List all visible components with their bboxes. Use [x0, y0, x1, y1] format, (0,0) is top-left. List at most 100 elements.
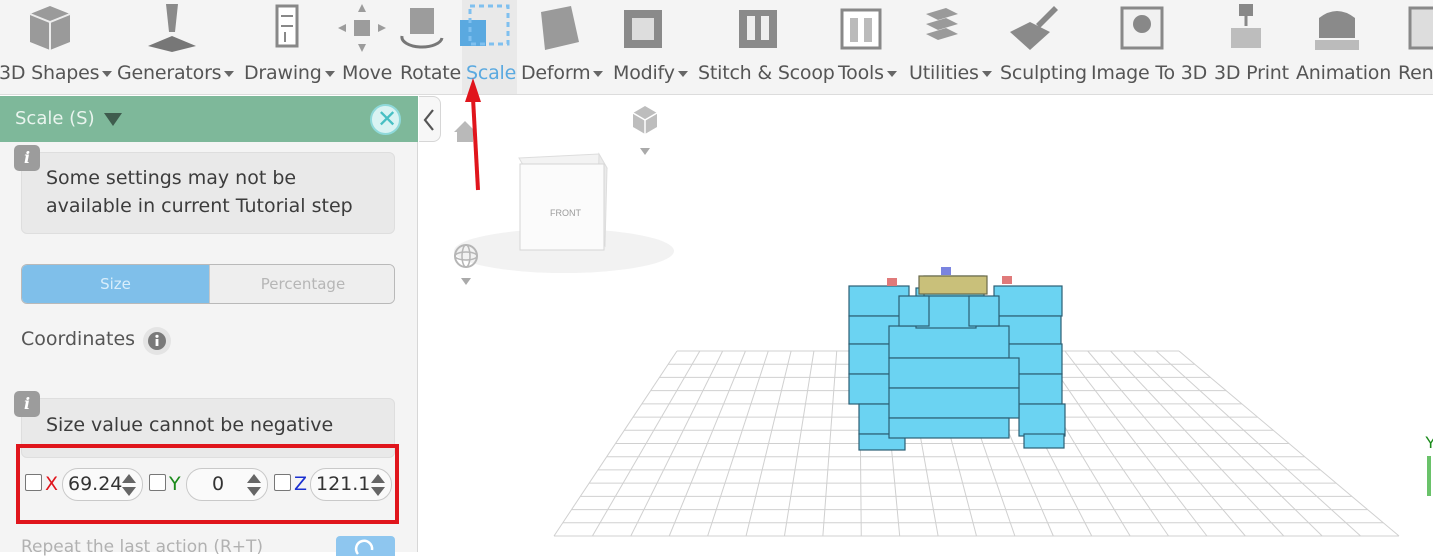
- scale-panel: Scale (S) ✕ i Some settings may not be a…: [0, 96, 418, 557]
- toolbar-label: Animation: [1296, 62, 1392, 84]
- x-lock-checkbox[interactable]: [25, 474, 42, 491]
- close-panel-button[interactable]: ✕: [370, 104, 401, 135]
- panel-menu-triangle-icon[interactable]: [104, 113, 122, 126]
- toolbar-animation-button[interactable]: Animation: [1292, 0, 1394, 94]
- 3d-viewport[interactable]: FRONT Y: [419, 96, 1433, 552]
- panel-title: Scale (S): [15, 108, 95, 129]
- toolbar-tools-button[interactable]: Tools: [834, 0, 905, 94]
- view-cube-face-label: FRONT: [550, 208, 581, 218]
- repeat-last-action-label: Repeat the last action (R+T): [21, 537, 264, 557]
- tank-block: [888, 357, 1020, 389]
- x-size-value: 69.24: [68, 473, 123, 495]
- view-cube[interactable]: FRONT: [454, 152, 674, 273]
- panel-header: Scale (S) ✕: [0, 96, 418, 142]
- dropdown-caret-icon: [324, 70, 335, 77]
- z-axis-label: Z: [294, 473, 308, 495]
- toolbar-render-button[interactable]: Render: [1394, 0, 1433, 94]
- stepper-up-icon[interactable]: [247, 474, 261, 483]
- scale-handle: [887, 278, 897, 286]
- dropdown-caret-icon: [677, 70, 688, 77]
- toolbar-sculpting-button[interactable]: Sculpting: [996, 0, 1087, 94]
- tutorial-notice: i Some settings may not be available in …: [14, 145, 395, 234]
- tank-block: [993, 285, 1063, 317]
- tank-block: [898, 295, 930, 327]
- toolbar-image-to-3d-button[interactable]: Image To 3D: [1087, 0, 1210, 94]
- notice-line-1: Some settings may not be: [46, 167, 297, 189]
- utilities-icon: [926, 8, 958, 40]
- toolbar-deform-button[interactable]: Deform: [517, 0, 609, 94]
- size-tab[interactable]: Size: [22, 265, 209, 303]
- size-fields-highlight: X 69.24 Y 0 Z 121.1: [16, 444, 399, 524]
- y-lock-checkbox[interactable]: [149, 474, 166, 491]
- toolbar-label: 3D Print: [1214, 62, 1289, 84]
- close-icon: ✕: [377, 105, 398, 133]
- tank-block: [968, 295, 1000, 327]
- toolbar-label: Rotate: [400, 62, 462, 84]
- toolbar-rotate-button[interactable]: Rotate: [396, 0, 462, 94]
- toolbar-stitch-scoop-button[interactable]: Stitch & Scoop: [694, 0, 835, 94]
- toolbar-label: Drawing: [244, 62, 335, 84]
- y-size-input[interactable]: 0: [186, 468, 268, 501]
- coordinates-info-button[interactable]: [143, 327, 171, 355]
- dropdown-caret-icon: [886, 70, 897, 77]
- toolbar-label: Generators: [117, 62, 235, 84]
- z-size-value: 121.1: [316, 473, 371, 495]
- move-icon: [338, 4, 386, 52]
- main-toolbar: 3D Shapes Generators Drawing Move Rotate Scal…: [0, 0, 1433, 95]
- tank-block: [1018, 403, 1066, 437]
- stepper-down-icon[interactable]: [371, 487, 385, 496]
- stepper-up-icon[interactable]: [371, 474, 385, 483]
- z-lock-checkbox[interactable]: [274, 474, 291, 491]
- tank-model[interactable]: [848, 267, 1066, 451]
- toolbar-3d-shapes-button[interactable]: 3D Shapes: [0, 0, 113, 94]
- toolbar-label: Stitch & Scoop: [698, 62, 835, 84]
- scale-handle: [1002, 276, 1012, 284]
- toolbar-label: Modify: [613, 62, 688, 84]
- info-icon: i: [14, 391, 40, 417]
- toolbar-drawing-button[interactable]: Drawing: [240, 0, 338, 94]
- dropdown-caret-icon: [593, 70, 604, 77]
- image-to-3d-icon: [1120, 6, 1164, 50]
- dropdown-caret-icon: [224, 70, 235, 77]
- home-view-icon[interactable]: [454, 121, 476, 142]
- axis-y-label: Y: [1425, 433, 1433, 452]
- perspective-toggle-icon[interactable]: [632, 106, 658, 155]
- percentage-tab[interactable]: Percentage: [209, 265, 394, 303]
- repeat-action-button[interactable]: [336, 536, 395, 556]
- toolbar-label: Sculpting: [1000, 62, 1087, 84]
- stepper-down-icon[interactable]: [247, 487, 261, 496]
- toolbar-3d-print-button[interactable]: 3D Print: [1210, 0, 1292, 94]
- tank-turret-top: [918, 275, 988, 295]
- toolbar-generators-button[interactable]: Generators: [113, 0, 240, 94]
- info-icon: [148, 332, 166, 350]
- render-icon: [1408, 6, 1433, 50]
- toolbar-label: Tools: [838, 62, 897, 84]
- y-axis-label: Y: [169, 473, 181, 495]
- dropdown-caret-icon: [981, 70, 992, 77]
- toolbar-label: Utilities: [909, 62, 992, 84]
- toolbar-utilities-button[interactable]: Utilities: [905, 0, 996, 94]
- toolbar-label: Move: [342, 62, 393, 84]
- rotate-icon: [400, 8, 444, 49]
- size-mode-toggle: Size Percentage: [21, 264, 395, 304]
- scale-handle: [941, 267, 951, 275]
- warning-text: Size value cannot be negative: [46, 414, 334, 436]
- deform-icon: [541, 6, 579, 50]
- info-icon: i: [14, 145, 40, 171]
- stepper-down-icon[interactable]: [122, 487, 136, 496]
- toolbar-scale-button[interactable]: Scale: [460, 0, 517, 94]
- toolbar-label: Render: [1398, 62, 1433, 84]
- toolbar-label: Deform: [521, 62, 604, 84]
- coordinates-label: Coordinates: [21, 328, 136, 350]
- toolbar-label: Image To 3D: [1091, 62, 1208, 84]
- tank-block: [888, 417, 1010, 439]
- stepper-up-icon[interactable]: [122, 474, 136, 483]
- toolbar-modify-button[interactable]: Modify: [609, 0, 694, 94]
- toolbar-label: 3D Shapes: [0, 62, 113, 84]
- tank-block: [888, 325, 1010, 359]
- toolbar-move-button[interactable]: Move: [338, 0, 396, 94]
- scale-icon: [460, 4, 510, 46]
- toolbar-label: Scale: [466, 62, 517, 84]
- x-size-input[interactable]: 69.24: [62, 468, 143, 501]
- z-size-input[interactable]: 121.1: [310, 468, 392, 501]
